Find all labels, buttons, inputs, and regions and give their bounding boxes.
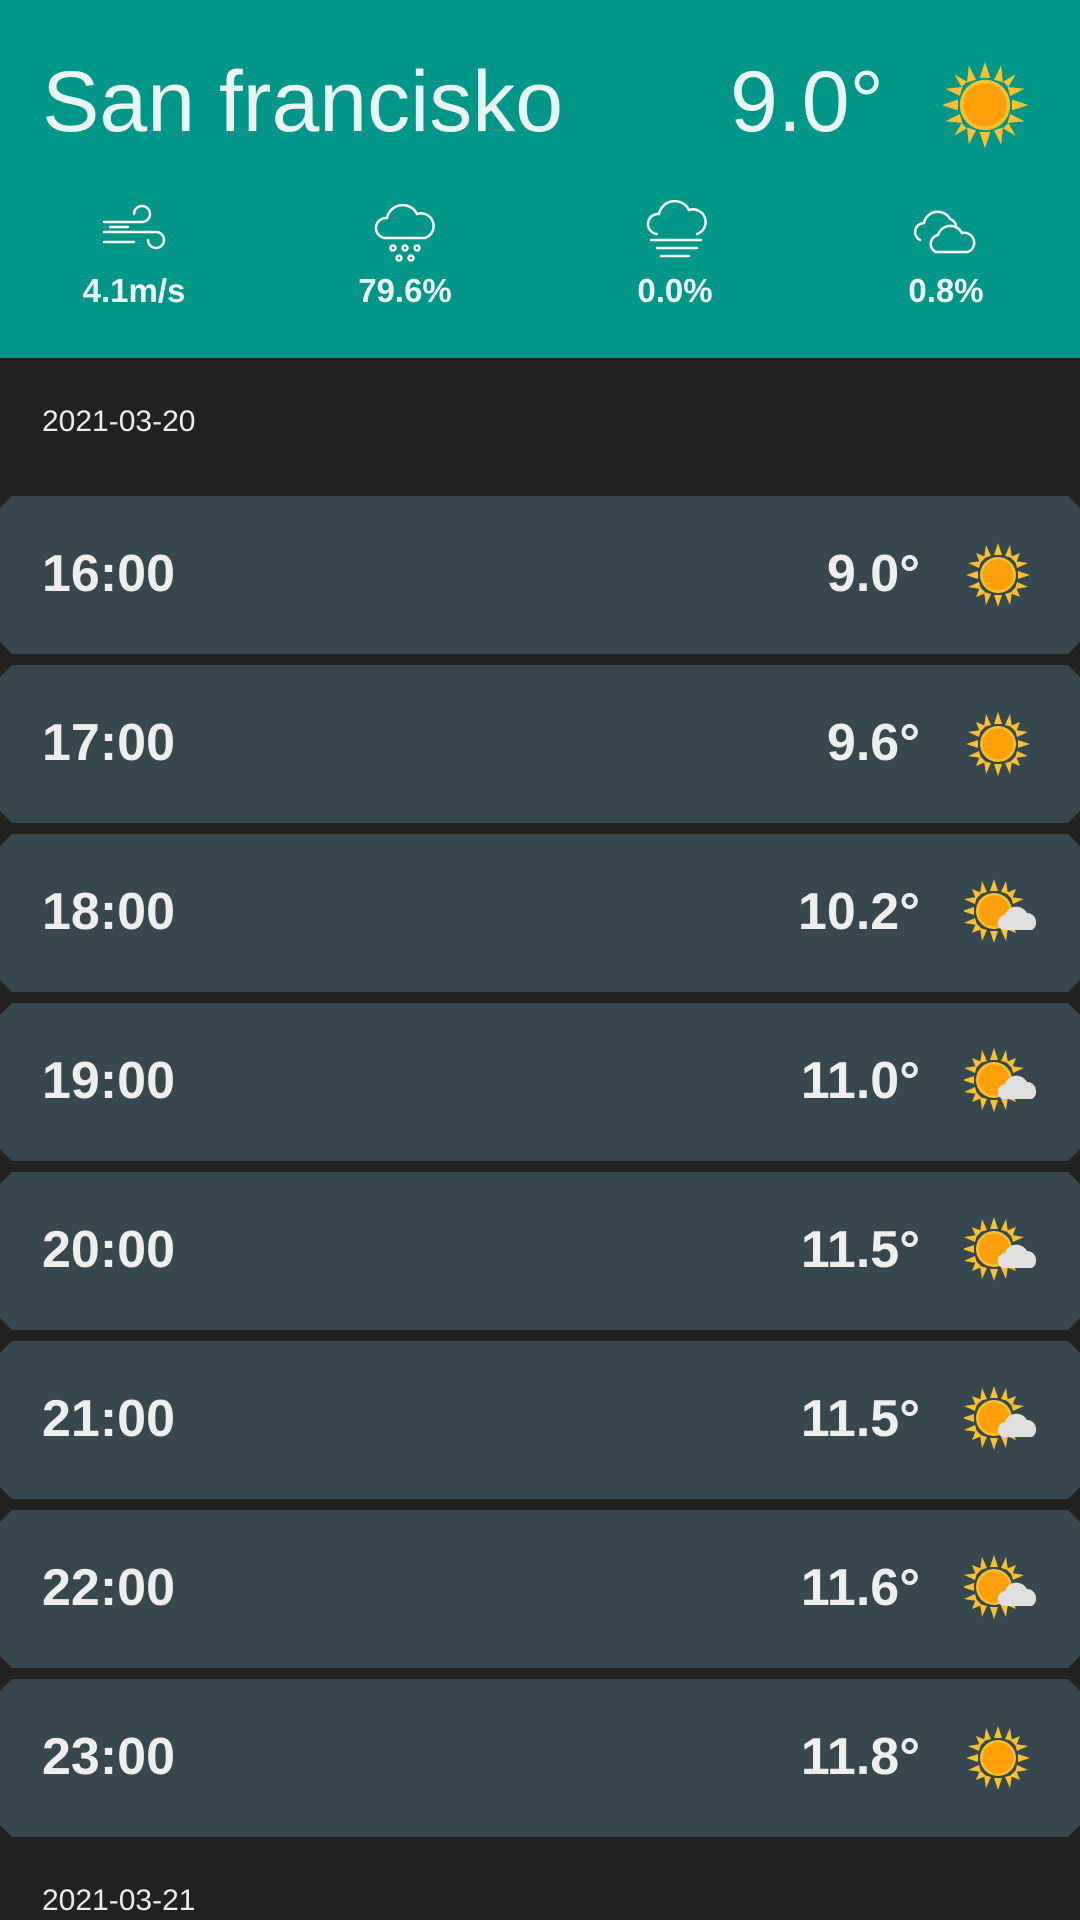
forecast-temperature: 11.5° <box>800 1221 920 1279</box>
forecast-time: 16:00 <box>42 545 175 603</box>
fog-cloud-icon <box>646 200 707 258</box>
forecast-time: 18:00 <box>42 883 175 941</box>
forecast-temperature: 11.8° <box>800 1728 920 1786</box>
forecast-temperature: 11.0° <box>800 1052 920 1110</box>
hourly-forecast-row[interactable]: 19:00 11.0° <box>0 1003 1080 1161</box>
forecast-temperature: 10.2° <box>797 883 920 941</box>
precipitation-stat: 79.6% <box>295 200 515 310</box>
cloudiness-stat: 0.8% <box>836 200 1056 310</box>
wind-icon <box>102 204 166 250</box>
forecast-temperature: 9.0° <box>826 545 920 603</box>
city-name: San francisko <box>42 54 564 150</box>
hourly-forecast-row[interactable]: 22:00 11.6° <box>0 1510 1080 1668</box>
forecast-time: 22:00 <box>42 1559 175 1617</box>
date-header: 2021-03-21 <box>42 1884 196 1917</box>
sun-icon <box>964 709 1040 779</box>
hourly-forecast-row[interactable]: 16:00 9.0° <box>0 496 1080 654</box>
forecast-time: 21:00 <box>42 1390 175 1448</box>
forecast-time: 19:00 <box>42 1052 175 1110</box>
sun-icon <box>964 1723 1040 1793</box>
partly-cloudy-icon <box>964 878 1040 948</box>
hourly-forecast-row[interactable]: 20:00 11.5° <box>0 1172 1080 1330</box>
date-header: 2021-03-20 <box>42 405 196 438</box>
hourly-forecast-row[interactable]: 18:00 10.2° <box>0 834 1080 992</box>
partly-cloudy-icon <box>964 1047 1040 1117</box>
forecast-temperature: 11.6° <box>800 1559 920 1617</box>
sun-icon <box>941 61 1029 149</box>
forecast-time: 20:00 <box>42 1221 175 1279</box>
precipitation-value: 79.6% <box>358 272 452 309</box>
cloudiness-value: 0.8% <box>908 272 984 309</box>
forecast-time: 23:00 <box>42 1728 175 1786</box>
cloud-icon <box>913 210 976 254</box>
current-temperature: 9.0° <box>730 54 884 150</box>
forecast-temperature: 11.5° <box>800 1390 920 1448</box>
forecast-time: 17:00 <box>42 714 175 772</box>
rain-cloud-icon <box>374 203 435 262</box>
hourly-forecast-row[interactable]: 21:00 11.5° <box>0 1341 1080 1499</box>
wind-value: 4.1m/s <box>82 272 186 309</box>
hourly-forecast-row[interactable]: 17:00 9.6° <box>0 665 1080 823</box>
fog-stat: 0.0% <box>565 200 785 310</box>
partly-cloudy-icon <box>964 1385 1040 1455</box>
partly-cloudy-icon <box>964 1554 1040 1624</box>
fog-value: 0.0% <box>637 272 713 309</box>
sun-icon <box>964 540 1040 610</box>
current-weather-header: San francisko 9.0° 4.1m/s 79.6% 0.0% 0.8… <box>0 0 1080 358</box>
partly-cloudy-icon <box>964 1216 1040 1286</box>
forecast-temperature: 9.6° <box>826 714 920 772</box>
wind-stat: 4.1m/s <box>24 200 244 310</box>
hourly-forecast-row[interactable]: 23:00 11.8° <box>0 1679 1080 1837</box>
